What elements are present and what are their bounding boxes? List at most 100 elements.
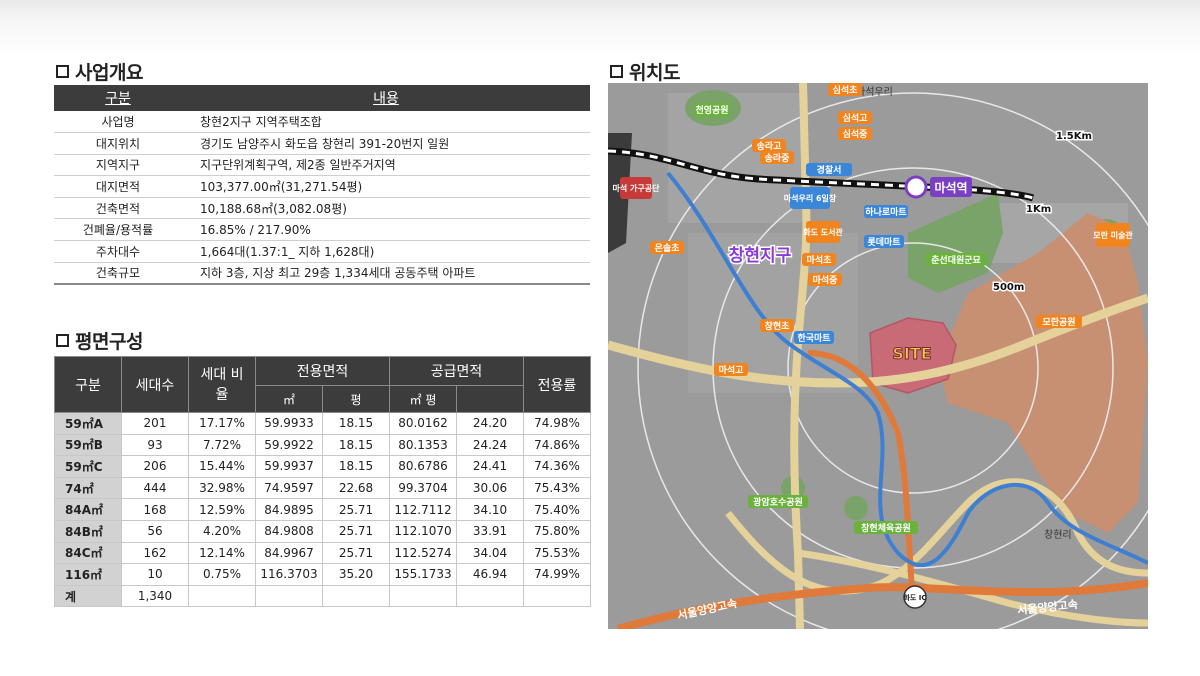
- overview-value: 경기도 남양주시 화도읍 창현리 391-20번지 일원: [182, 132, 590, 155]
- units-cell-households: 168: [121, 498, 189, 521]
- units-cell-sup-py: 46.94: [456, 563, 524, 586]
- overview-row: 건폐율/용적률 16.85% / 217.90%: [54, 218, 590, 242]
- units-row: 84C㎡ 162 12.14% 84.9967 25.71 112.5274 34.04 75…: [54, 541, 591, 565]
- units-cell-households: 1,340: [121, 584, 189, 608]
- units-cell-households: 10: [121, 563, 189, 586]
- units-cell-type: 84A㎡: [54, 498, 122, 521]
- units-cell-ex-py: 18.15: [322, 455, 390, 478]
- units-cell-ratio: 12.14%: [188, 541, 256, 565]
- site-label: SITE: [892, 344, 931, 363]
- units-subheader-empty: [456, 385, 524, 413]
- units-cell-ex-m2: 59.9922: [255, 433, 323, 457]
- units-row: 59㎡C 206 15.44% 59.9937 18.15 80.6786 24.41 74.…: [54, 455, 591, 478]
- green-area: [844, 496, 868, 520]
- units-cell-sup-py: 34.10: [456, 498, 524, 521]
- units-cell-type: 84B㎡: [54, 519, 122, 543]
- poi-school-7: 화도 도서관: [803, 227, 843, 237]
- poi-park-4: 춘선대원군묘: [931, 254, 981, 266]
- units-cell-ex-py: 22.68: [322, 476, 390, 500]
- units-cell-ex-py: 25.71: [322, 498, 390, 521]
- station-marker: [904, 175, 928, 199]
- poi-moran-museum: 모란 미술관: [1093, 230, 1133, 240]
- poi-police: 경찰서: [817, 164, 842, 176]
- poi-school-4: 심석중: [843, 128, 868, 140]
- units-cell-households: 201: [121, 412, 189, 435]
- overview-label: 건축면적: [54, 197, 182, 220]
- poi-school-5: 송라고: [757, 140, 782, 152]
- overview-row: 대지위치 경기도 남양주시 화도읍 창현리 391-20번지 일원: [54, 132, 590, 155]
- units-cell-ratio: 0.75%: [188, 563, 256, 586]
- units-cell-households: 93: [121, 433, 189, 457]
- units-header-type: 구분: [54, 356, 122, 413]
- overview-value: 103,377.00㎡(31,271.54평): [182, 175, 590, 198]
- units-cell-eff: [523, 584, 591, 608]
- top-gradient-band: [0, 0, 1200, 56]
- units-row: 84A㎡ 168 12.59% 84.9895 25.71 112.7112 34.10 75…: [54, 498, 591, 521]
- ring-label-1km: 1Km: [1026, 204, 1051, 215]
- units-cell-eff: 74.36%: [523, 455, 591, 478]
- area-label: 창현리: [1044, 529, 1072, 541]
- poi-park-2: 광암호수공원: [753, 496, 803, 508]
- units-cell-ex-m2: 74.9597: [255, 476, 323, 500]
- units-cell-sup-m2: 155.1733: [389, 563, 457, 586]
- poi-school-2: 심석초: [833, 84, 859, 96]
- units-cell-households: 444: [121, 476, 189, 500]
- units-cell-type: 59㎡B: [54, 433, 122, 457]
- location-map: 마석역 화도 IC 창현지구 SITE 1.5Km 1Km 500m 서울양양고…: [608, 83, 1148, 629]
- units-subheader-ex-pyeong: 평: [322, 385, 390, 413]
- units-row: 84B㎡ 56 4.20% 84.9808 25.71 112.1070 33.91 75.8…: [54, 519, 591, 543]
- units-cell-sup-m2: 99.3704: [389, 476, 457, 500]
- units-row: 계 1,340: [54, 584, 591, 608]
- overview-label: 건축규모: [54, 262, 182, 285]
- units-cell-ratio: 17.17%: [188, 412, 256, 435]
- checkbox-icon: [610, 65, 623, 78]
- units-subheader-ex-sqm: ㎡: [255, 385, 323, 413]
- poi-park-3: 창현체육공원: [861, 522, 911, 534]
- overview-label: 주차대수: [54, 240, 182, 263]
- units-cell-eff: 75.53%: [523, 541, 591, 565]
- station-label: 마석역: [934, 180, 967, 195]
- units-header-row: 구분 세대수 세대 비율 전용면적 공급면적 전용률: [54, 356, 591, 413]
- ring-label-1-5km: 1.5Km: [1056, 131, 1092, 142]
- overview-label: 대지면적: [54, 175, 182, 198]
- poi-furniture: 마석 가구공단: [613, 183, 661, 193]
- units-cell-type: 59㎡C: [54, 455, 122, 478]
- units-cell-eff: 75.43%: [523, 476, 591, 500]
- poi-mart-2: 롯데마트: [867, 236, 901, 248]
- overview-row: 지역지구 지구단위계획구역, 제2종 일반주거지역: [54, 154, 590, 177]
- overview-value: 지구단위계획구역, 제2종 일반주거지역: [182, 154, 590, 177]
- poi-school-11: 마석고: [719, 364, 744, 376]
- poi-park-1: 천영공원: [695, 104, 728, 116]
- overview-row: 주차대수 1,664대(1.37:1_ 지하 1,628대): [54, 240, 590, 263]
- poi-mart-3: 한국마트: [797, 332, 831, 344]
- units-cell-ex-m2: 84.9967: [255, 541, 323, 565]
- units-cell-ratio: [188, 584, 256, 608]
- poi-moran-park: 모란공원: [1042, 316, 1075, 328]
- overview-label: 건폐율/용적률: [54, 218, 182, 242]
- units-cell-type: 84C㎡: [54, 541, 122, 565]
- units-title: 평면구성: [56, 327, 143, 354]
- overview-value: 1,664대(1.37:1_ 지하 1,628대): [182, 240, 590, 263]
- units-cell-sup-m2: 112.1070: [389, 519, 457, 543]
- units-cell-ex-m2: 84.9895: [255, 498, 323, 521]
- checkbox-icon: [56, 65, 69, 78]
- units-cell-type: 계: [54, 584, 122, 608]
- units-cell-type: 59㎡A: [54, 412, 122, 435]
- units-cell-sup-py: [456, 584, 524, 608]
- units-cell-sup-py: 33.91: [456, 519, 524, 543]
- overview-row: 대지면적 103,377.00㎡(31,271.54평): [54, 175, 590, 198]
- units-cell-ex-py: 18.15: [322, 433, 390, 457]
- units-cell-sup-m2: [389, 584, 457, 608]
- checkbox-icon: [56, 334, 69, 347]
- location-title: 위치도: [610, 58, 680, 85]
- units-cell-eff: 74.86%: [523, 433, 591, 457]
- units-cell-ex-py: 35.20: [322, 563, 390, 586]
- units-cell-ex-m2: 84.9808: [255, 519, 323, 543]
- units-table: 구분 세대수 세대 비율 전용면적 공급면적 전용률 ㎡ 평 ㎡ 평 59㎡A 2…: [54, 356, 591, 608]
- units-cell-ratio: 12.59%: [188, 498, 256, 521]
- poi-admin: 마석우리 6일장: [784, 193, 837, 203]
- units-cell-sup-py: 30.06: [456, 476, 524, 500]
- units-body: 59㎡A 201 17.17% 59.9933 18.15 80.0162 24.20 74.…: [54, 412, 591, 608]
- ring-label-500m: 500m: [993, 282, 1024, 293]
- poi-school-3: 심석고: [843, 112, 868, 124]
